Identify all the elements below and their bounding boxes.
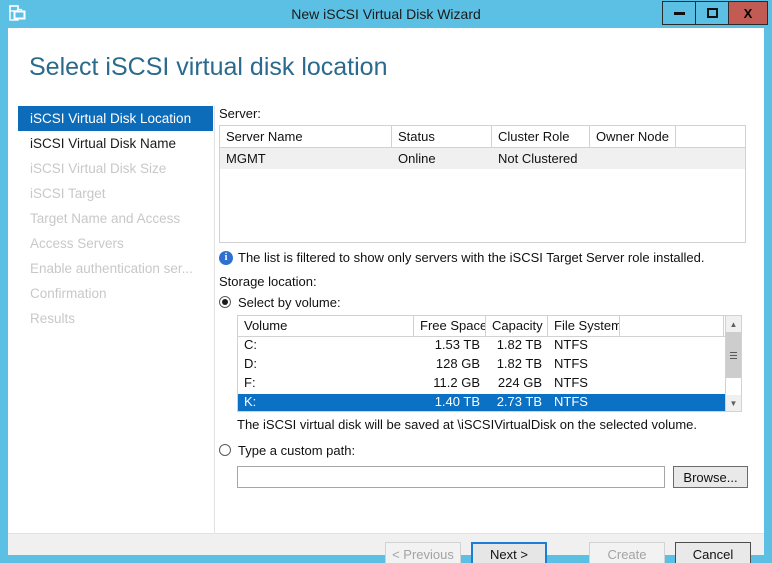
close-icon: X <box>744 6 753 21</box>
column-header-free-space[interactable]: Free Space <box>414 316 486 336</box>
column-header-status[interactable]: Status <box>392 126 492 147</box>
sidebar-item-iscsi-target: iSCSI Target <box>18 181 213 206</box>
volume-table[interactable]: Volume Free Space Capacity File System C… <box>237 315 742 412</box>
browse-button[interactable]: Browse... <box>673 466 748 488</box>
cell-volume: C: <box>238 337 414 356</box>
sidebar-item-access-servers: Access Servers <box>18 231 213 256</box>
sidebar-item-label: iSCSI Virtual Disk Location <box>30 111 191 126</box>
table-row[interactable]: F: 11.2 GB 224 GB NTFS <box>238 375 741 394</box>
server-table-header: Server Name Status Cluster Role Owner No… <box>220 126 745 148</box>
info-icon: i <box>219 251 233 265</box>
cell-capacity: 1.82 TB <box>486 337 548 356</box>
column-header-server-name[interactable]: Server Name <box>220 126 392 147</box>
radio-type-custom-path-label: Type a custom path: <box>238 443 355 458</box>
sidebar-item-results: Results <box>18 306 213 331</box>
cell-capacity: 2.73 TB <box>486 394 548 412</box>
page-title: Select iSCSI virtual disk location <box>29 53 387 82</box>
cell-status: Online <box>392 148 492 169</box>
server-table[interactable]: Server Name Status Cluster Role Owner No… <box>219 125 746 243</box>
info-message: i The list is filtered to show only serv… <box>219 250 754 265</box>
radio-button-icon[interactable] <box>219 296 231 308</box>
cell-blank <box>676 148 745 169</box>
create-button[interactable]: Create <box>589 542 665 563</box>
server-label: Server: <box>219 106 754 121</box>
column-header-volume[interactable]: Volume <box>238 316 414 336</box>
scroll-up-icon[interactable]: ▲ <box>726 316 741 332</box>
cell-free-space: 1.53 TB <box>414 337 486 356</box>
cell-volume: D: <box>238 356 414 375</box>
radio-type-custom-path[interactable]: Type a custom path: <box>219 441 754 459</box>
sidebar-item-label: Enable authentication ser... <box>30 261 193 276</box>
sidebar-item-label: Results <box>30 311 75 326</box>
window-controls: X <box>662 1 768 25</box>
scrollbar-grip-icon <box>730 352 737 359</box>
sidebar-item-confirmation: Confirmation <box>18 281 213 306</box>
cell-free-space: 11.2 GB <box>414 375 486 394</box>
wizard-window: New iSCSI Virtual Disk Wizard X Select i… <box>0 0 772 563</box>
sidebar-item-label: iSCSI Virtual Disk Name <box>30 136 176 151</box>
column-header-owner-node[interactable]: Owner Node <box>590 126 676 147</box>
volume-table-header: Volume Free Space Capacity File System <box>238 316 741 337</box>
button-gap <box>557 542 579 563</box>
cell-volume: K: <box>238 394 414 412</box>
sidebar-item-iscsi-virtual-disk-name[interactable]: iSCSI Virtual Disk Name <box>18 131 213 156</box>
cell-server-name: MGMT <box>220 148 392 169</box>
minimize-icon <box>674 12 685 15</box>
info-message-text: The list is filtered to show only server… <box>238 250 705 265</box>
wizard-button-bar: < Previous Next > Create Cancel <box>385 542 751 563</box>
radio-button-icon[interactable] <box>219 444 231 456</box>
column-header-blank[interactable] <box>676 126 745 147</box>
custom-path-input[interactable] <box>237 466 665 488</box>
sidebar-item-target-name-and-access: Target Name and Access <box>18 206 213 231</box>
radio-select-by-volume-label: Select by volume: <box>238 295 341 310</box>
next-button[interactable]: Next > <box>471 542 547 563</box>
scrollbar-thumb[interactable] <box>726 332 741 378</box>
sidebar-item-iscsi-virtual-disk-location[interactable]: iSCSI Virtual Disk Location <box>18 106 213 131</box>
title-bar: New iSCSI Virtual Disk Wizard X <box>0 0 772 28</box>
cell-capacity: 224 GB <box>486 375 548 394</box>
cell-free-space: 1.40 TB <box>414 394 486 412</box>
column-header-file-system[interactable]: File System <box>548 316 620 336</box>
cell-file-system: NTFS <box>548 356 620 375</box>
sidebar-item-label: iSCSI Virtual Disk Size <box>30 161 166 176</box>
volume-list-scrollbar[interactable]: ▲ ▼ <box>725 316 741 411</box>
save-location-note: The iSCSI virtual disk will be saved at … <box>237 417 754 432</box>
sidebar-item-iscsi-virtual-disk-size: iSCSI Virtual Disk Size <box>18 156 213 181</box>
table-row[interactable]: MGMT Online Not Clustered <box>220 148 745 169</box>
sidebar-divider <box>214 106 215 539</box>
maximize-icon <box>707 8 718 18</box>
column-header-capacity[interactable]: Capacity <box>486 316 548 336</box>
radio-select-by-volume[interactable]: Select by volume: <box>219 293 754 311</box>
table-row[interactable]: C: 1.53 TB 1.82 TB NTFS <box>238 337 741 356</box>
window-title: New iSCSI Virtual Disk Wizard <box>0 0 772 28</box>
cell-volume: F: <box>238 375 414 394</box>
cancel-button[interactable]: Cancel <box>675 542 751 563</box>
sidebar-item-label: Access Servers <box>30 236 124 251</box>
sidebar-item-label: iSCSI Target <box>30 186 106 201</box>
cell-free-space: 128 GB <box>414 356 486 375</box>
client-area: Select iSCSI virtual disk location iSCSI… <box>8 28 764 555</box>
table-row[interactable]: D: 128 GB 1.82 TB NTFS <box>238 356 741 375</box>
column-header-blank[interactable] <box>620 316 724 336</box>
storage-location-label: Storage location: <box>219 274 754 289</box>
maximize-button[interactable] <box>695 1 728 25</box>
cell-file-system: NTFS <box>548 375 620 394</box>
cell-cluster-role: Not Clustered <box>492 148 590 169</box>
sidebar-item-enable-authentication: Enable authentication ser... <box>18 256 213 281</box>
custom-path-row: Browse... <box>237 466 754 488</box>
previous-button[interactable]: < Previous <box>385 542 461 563</box>
cell-file-system: NTFS <box>548 394 620 412</box>
cell-owner-node <box>590 148 676 169</box>
table-row-selected[interactable]: K: 1.40 TB 2.73 TB NTFS <box>238 394 741 412</box>
main-panel: Server: Server Name Status Cluster Role … <box>219 106 754 488</box>
cell-capacity: 1.82 TB <box>486 356 548 375</box>
sidebar-item-label: Confirmation <box>30 286 107 301</box>
column-header-cluster-role[interactable]: Cluster Role <box>492 126 590 147</box>
minimize-button[interactable] <box>662 1 695 25</box>
scroll-down-icon[interactable]: ▼ <box>726 395 741 411</box>
wizard-steps-sidebar: iSCSI Virtual Disk Location iSCSI Virtua… <box>18 106 213 516</box>
sidebar-item-label: Target Name and Access <box>30 211 180 226</box>
cell-file-system: NTFS <box>548 337 620 356</box>
close-button[interactable]: X <box>728 1 768 25</box>
